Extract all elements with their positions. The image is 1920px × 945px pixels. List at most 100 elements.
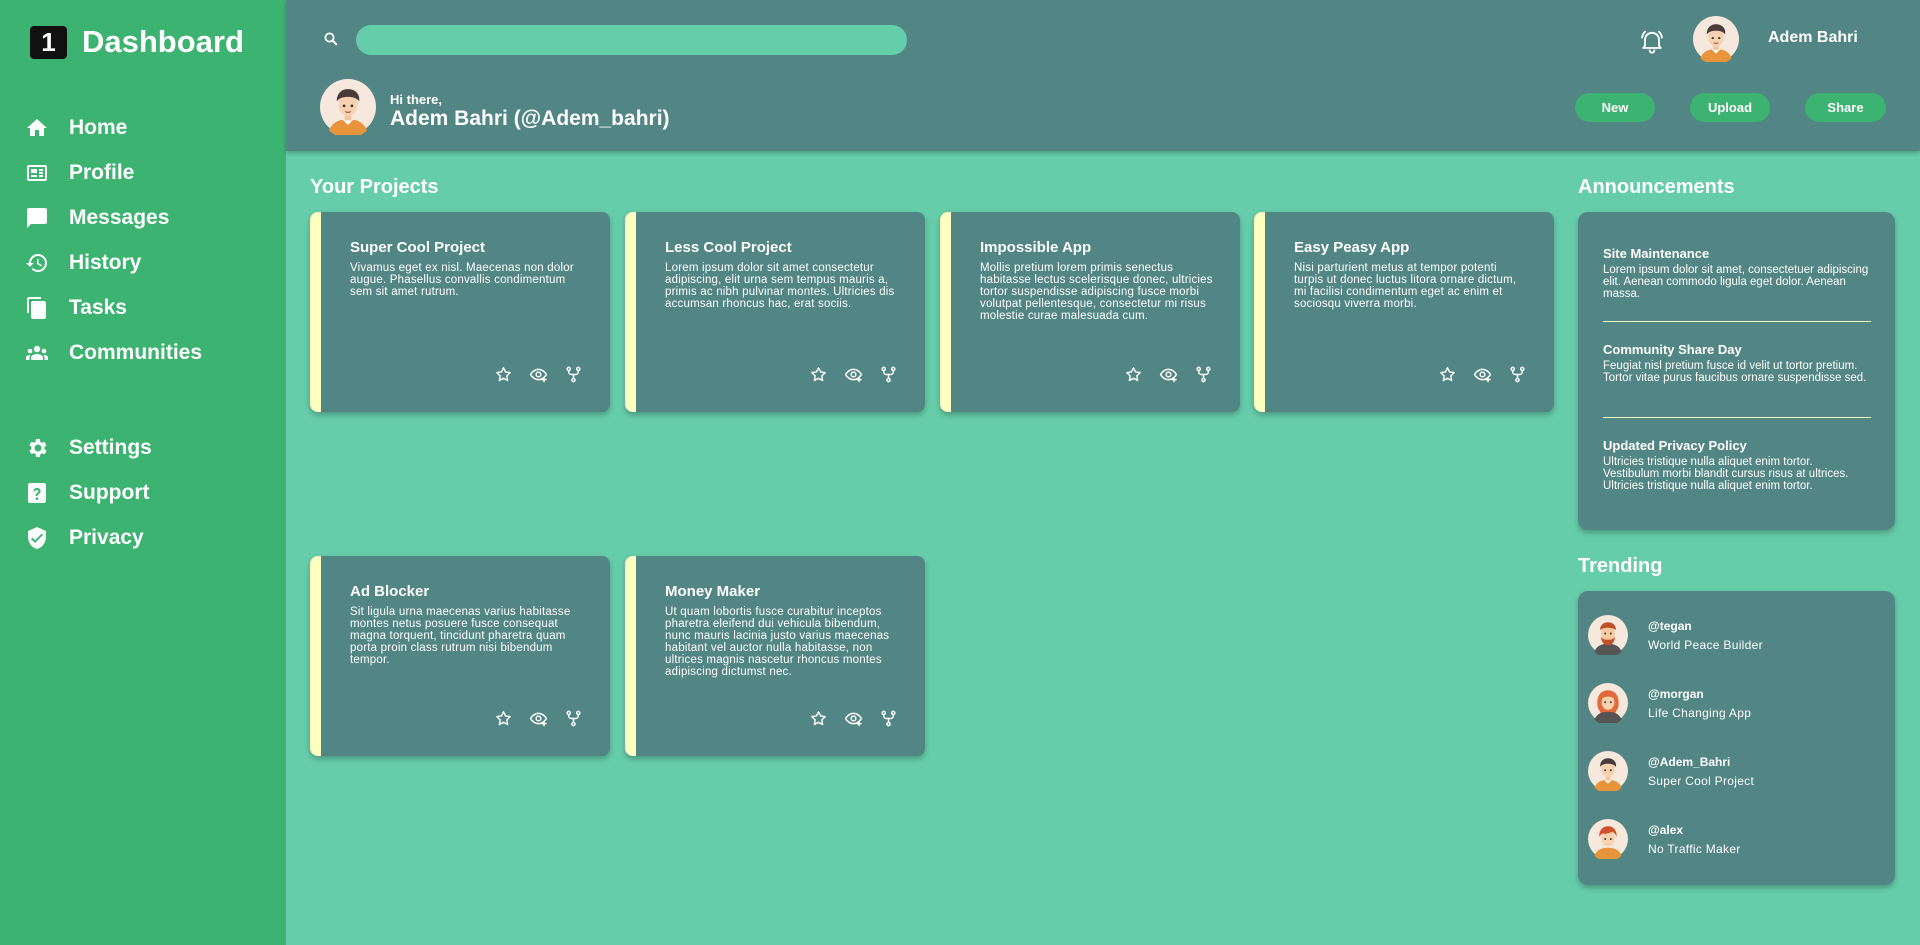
nav-item-privacy[interactable]: Privacy (0, 515, 286, 560)
watch-icon[interactable] (1473, 365, 1492, 384)
fork-icon[interactable] (879, 709, 898, 728)
avatar (1588, 683, 1628, 723)
bell-icon[interactable] (1638, 27, 1666, 55)
announcements-panel: Site Maintenance Lorem ipsum dolor sit a… (1578, 212, 1895, 530)
announcement-item[interactable]: Community Share Day Feugiat nisl pretium… (1603, 342, 1871, 384)
file-icon (27, 296, 46, 319)
watch-icon[interactable] (529, 365, 548, 384)
profile-card-icon (27, 164, 47, 181)
trending-item[interactable]: @tegan World Peace Builder (1588, 615, 1763, 655)
projects-heading: Your Projects (310, 176, 439, 198)
top-header: Adem Bahri Hi there, Adem Bahri (@Adem_b… (286, 0, 1920, 151)
announcements-heading: Announcements (1578, 176, 1735, 198)
nav-item-settings[interactable]: Settings (0, 425, 286, 470)
star-icon[interactable] (809, 709, 828, 728)
project-card[interactable]: Money Maker Ut quam lobortis fusce curabi… (625, 556, 925, 756)
fork-icon[interactable] (879, 365, 898, 384)
avatar (1588, 751, 1628, 791)
new-button[interactable]: New (1575, 93, 1655, 122)
upload-button[interactable]: Upload (1690, 93, 1770, 122)
star-icon[interactable] (494, 709, 513, 728)
greeting-avatar (320, 79, 376, 135)
project-title: Super Cool Project (350, 239, 486, 256)
project-description: Nisi parturient metus at tempor potenti … (1294, 262, 1517, 310)
project-description: Vivamus eget ex nisl. Maecenas non dolor… (350, 262, 574, 298)
project-title: Less Cool Project (665, 239, 792, 256)
watch-icon[interactable] (1159, 365, 1178, 384)
announcement-text: Feugiat nisl pretium fusce id velit ut t… (1603, 360, 1867, 384)
project-description: Mollis pretium lorem primis senectus hab… (980, 262, 1213, 322)
nav-item-history[interactable]: History (0, 240, 286, 285)
nav-item-tasks[interactable]: Tasks (0, 285, 286, 330)
avatar (1588, 819, 1628, 859)
trending-project: No Traffic Maker (1648, 841, 1741, 856)
nav-label: Tasks (69, 295, 127, 319)
star-icon[interactable] (1124, 365, 1143, 384)
brand[interactable]: 1 Dashboard (30, 24, 244, 60)
project-actions (1438, 365, 1527, 384)
user-name[interactable]: Adem Bahri (1768, 29, 1858, 47)
greeting-label: Hi there, (390, 92, 443, 107)
trending-panel: @tegan World Peace Builder @morgan Life … (1578, 591, 1895, 885)
nav-label: Messages (69, 205, 170, 229)
star-icon[interactable] (809, 365, 828, 384)
fork-icon[interactable] (1194, 365, 1213, 384)
fork-icon[interactable] (564, 709, 583, 728)
project-description: Sit ligula urna maecenas varius habitass… (350, 606, 571, 666)
sidebar: 1 Dashboard Home Profile Messages Histor… (0, 0, 286, 945)
user-avatar[interactable] (1693, 16, 1739, 62)
search-input[interactable] (356, 25, 907, 55)
nav-item-messages[interactable]: Messages (0, 195, 286, 240)
shield-icon (28, 526, 46, 549)
history-icon (26, 253, 47, 272)
search-icon[interactable] (322, 30, 340, 48)
announcement-item[interactable]: Updated Privacy Policy Ultricies tristiq… (1603, 438, 1871, 492)
fork-icon[interactable] (564, 365, 583, 384)
watch-icon[interactable] (844, 709, 863, 728)
project-title: Ad Blocker (350, 583, 430, 600)
people-icon (26, 345, 48, 360)
trending-item[interactable]: @morgan Life Changing App (1588, 683, 1751, 723)
nav-item-home[interactable]: Home (0, 105, 286, 150)
gear-icon (29, 438, 47, 457)
divider (1603, 321, 1871, 322)
project-card[interactable]: Impossible App Mollis pretium lorem primi… (940, 212, 1240, 412)
project-actions (809, 365, 898, 384)
project-actions (1124, 365, 1213, 384)
trending-heading: Trending (1578, 555, 1663, 577)
share-button[interactable]: Share (1805, 93, 1886, 122)
nav-item-communities[interactable]: Communities (0, 330, 286, 375)
nav-item-profile[interactable]: Profile (0, 150, 286, 195)
watch-icon[interactable] (529, 709, 548, 728)
project-card[interactable]: Super Cool Project Vivamus eget ex nisl. … (310, 212, 610, 412)
nav-label: History (69, 250, 142, 274)
announcement-text: Lorem ipsum dolor sit amet, consectetuer… (1603, 264, 1869, 300)
project-title: Easy Peasy App (1294, 239, 1410, 256)
trending-handle: @tegan (1648, 618, 1692, 633)
project-actions (494, 365, 583, 384)
nav-label: Communities (69, 340, 203, 364)
nav-item-support[interactable]: Support (0, 470, 286, 515)
trending-handle: @Adem_Bahri (1648, 754, 1731, 769)
project-card[interactable]: Ad Blocker Sit ligula urna maecenas variu… (310, 556, 610, 756)
star-icon[interactable] (494, 365, 513, 384)
project-card[interactable]: Easy Peasy App Nisi parturient metus at t… (1254, 212, 1554, 412)
announcement-text: Ultricies tristique nulla aliquet enim t… (1603, 456, 1849, 492)
fork-icon[interactable] (1508, 365, 1527, 384)
brand-logo: 1 (30, 25, 67, 59)
project-card[interactable]: Less Cool Project Lorem ipsum dolor sit a… (625, 212, 925, 412)
project-title: Impossible App (980, 239, 1092, 256)
help-icon (28, 482, 46, 503)
project-description: Ut quam lobortis fusce curabitur incepto… (665, 606, 890, 678)
announcement-item[interactable]: Site Maintenance Lorem ipsum dolor sit a… (1603, 246, 1871, 300)
trending-item[interactable]: @Adem_Bahri Super Cool Project (1588, 751, 1754, 791)
nav-label: Support (69, 480, 150, 504)
nav-label: Privacy (69, 525, 144, 549)
project-title: Money Maker (665, 583, 761, 600)
secondary-nav: Settings Support Privacy (0, 425, 286, 560)
announcement-title: Community Share Day (1603, 342, 1742, 357)
trending-project: World Peace Builder (1648, 637, 1763, 652)
star-icon[interactable] (1438, 365, 1457, 384)
watch-icon[interactable] (844, 365, 863, 384)
trending-item[interactable]: @alex No Traffic Maker (1588, 819, 1741, 859)
